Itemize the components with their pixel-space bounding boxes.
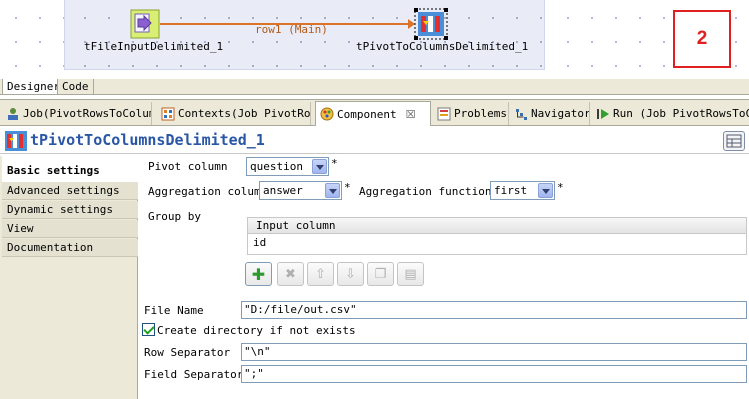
row-separator-field[interactable]: "\n": [241, 343, 747, 361]
tab-navigator-label: Navigator: [531, 107, 590, 120]
tab-contexts[interactable]: Contexts(Job PivotRow: [157, 102, 311, 125]
tab-contexts-label: Contexts(Job PivotRow: [178, 107, 311, 120]
move-down-button[interactable]: ⇩: [337, 262, 364, 286]
input-component-label[interactable]: tFileInputDelimited_1: [84, 40, 223, 53]
move-up-button[interactable]: ⇧: [307, 262, 334, 286]
editor-mode-tabs: Designer Code: [0, 79, 749, 95]
required-mark: *: [557, 181, 564, 194]
required-mark: *: [331, 157, 338, 170]
chevron-down-icon: [325, 183, 340, 198]
plus-icon: ✚: [251, 264, 266, 284]
tab-job[interactable]: Job(PivotRowsToColumn: [2, 102, 152, 125]
run-icon: [597, 108, 609, 119]
component-title-bar: tPivotToColumnsDelimited_1: [0, 128, 749, 154]
pivot-column-label: Pivot column: [148, 160, 228, 173]
aggregation-function-label: Aggregation function: [359, 185, 492, 198]
job-icon: [8, 107, 18, 120]
view-tab-bar: Job(PivotRowsToColumn Contexts(Job Pivot…: [0, 99, 749, 126]
copy-icon: ❐: [374, 266, 387, 282]
pivot-column-value: question: [250, 160, 303, 173]
delete-icon: ✖: [285, 266, 296, 282]
contexts-icon: [161, 107, 175, 120]
settings-side-tabs: Basic settings Advanced settings Dynamic…: [0, 156, 139, 399]
chevron-down-icon: [538, 183, 553, 198]
file-name-field[interactable]: "D:/file/out.csv": [241, 301, 747, 319]
problems-icon: [437, 107, 451, 120]
aggregation-function-value: first: [494, 184, 528, 197]
aggregation-column-label: Aggregation column: [148, 185, 268, 198]
paste-button[interactable]: ▤: [397, 262, 424, 286]
add-row-button[interactable]: ✚: [245, 262, 272, 286]
pivot-component-icon[interactable]: [414, 8, 448, 40]
tab-problems[interactable]: Problems: [433, 102, 509, 125]
copy-button[interactable]: ❐: [367, 262, 394, 286]
designer-canvas[interactable]: tFileInputDelimited_1 row1 (Main) tPivot…: [0, 0, 749, 79]
arrow-up-icon: ⇧: [315, 266, 326, 282]
create-directory-checkbox[interactable]: [142, 323, 155, 336]
close-icon[interactable]: ☒: [406, 108, 416, 121]
tab-run[interactable]: Run (Job PivotRowsToC: [592, 102, 749, 125]
annotation-note[interactable]: 2: [673, 10, 731, 68]
create-directory-label: Create directory if not exists: [157, 324, 356, 337]
basic-settings-panel: Pivot column question * Aggregation colu…: [138, 156, 749, 399]
tab-navigator[interactable]: Navigator: [510, 102, 590, 125]
chevron-down-icon: [312, 159, 327, 174]
field-separator-field[interactable]: ";": [241, 365, 747, 383]
pivot-title-icon: [5, 131, 27, 151]
tab-problems-label: Problems: [454, 107, 507, 120]
pivot-component-label[interactable]: tPivotToColumnsDelimited_1: [356, 40, 528, 53]
group-by-table[interactable]: Input column id: [247, 217, 747, 255]
tab-job-label: Job(PivotRowsToColumn: [23, 107, 152, 120]
field-separator-label: Field Separator: [144, 368, 244, 381]
tab-component-label: Component: [337, 107, 397, 121]
aggregation-function-select[interactable]: first: [490, 181, 555, 200]
required-mark: *: [344, 181, 351, 194]
side-tab-advanced-settings[interactable]: Advanced settings: [2, 182, 138, 200]
side-tab-dynamic-settings[interactable]: Dynamic settings: [2, 201, 138, 219]
remove-row-button[interactable]: ✖: [277, 262, 304, 286]
tab-run-label: Run (Job PivotRowsToC: [613, 107, 749, 120]
layout-icon: [726, 134, 742, 148]
side-tab-documentation[interactable]: Documentation: [2, 239, 138, 257]
table-row[interactable]: id: [248, 234, 746, 252]
pivot-column-select[interactable]: question: [246, 157, 329, 176]
component-icon: [320, 107, 334, 121]
navigator-icon: [516, 108, 527, 120]
paste-icon: ▤: [404, 266, 417, 282]
side-tab-view[interactable]: View: [2, 220, 138, 238]
file-input-component-icon[interactable]: [130, 9, 160, 39]
row-connection-label[interactable]: row1 (Main): [255, 23, 328, 36]
tab-designer[interactable]: Designer: [2, 79, 65, 95]
file-name-label: File Name: [144, 304, 204, 317]
component-title: tPivotToColumnsDelimited_1: [30, 131, 265, 149]
row-separator-label: Row Separator: [144, 346, 231, 359]
layout-toggle-button[interactable]: [723, 131, 745, 151]
aggregation-column-value: answer: [263, 184, 303, 197]
aggregation-column-select[interactable]: answer: [259, 181, 342, 200]
group-by-header[interactable]: Input column: [248, 218, 746, 234]
tab-component[interactable]: Component ☒: [315, 101, 431, 126]
tab-code[interactable]: Code: [57, 79, 94, 95]
arrow-down-icon: ⇩: [345, 266, 356, 282]
group-by-label: Group by: [148, 210, 201, 223]
